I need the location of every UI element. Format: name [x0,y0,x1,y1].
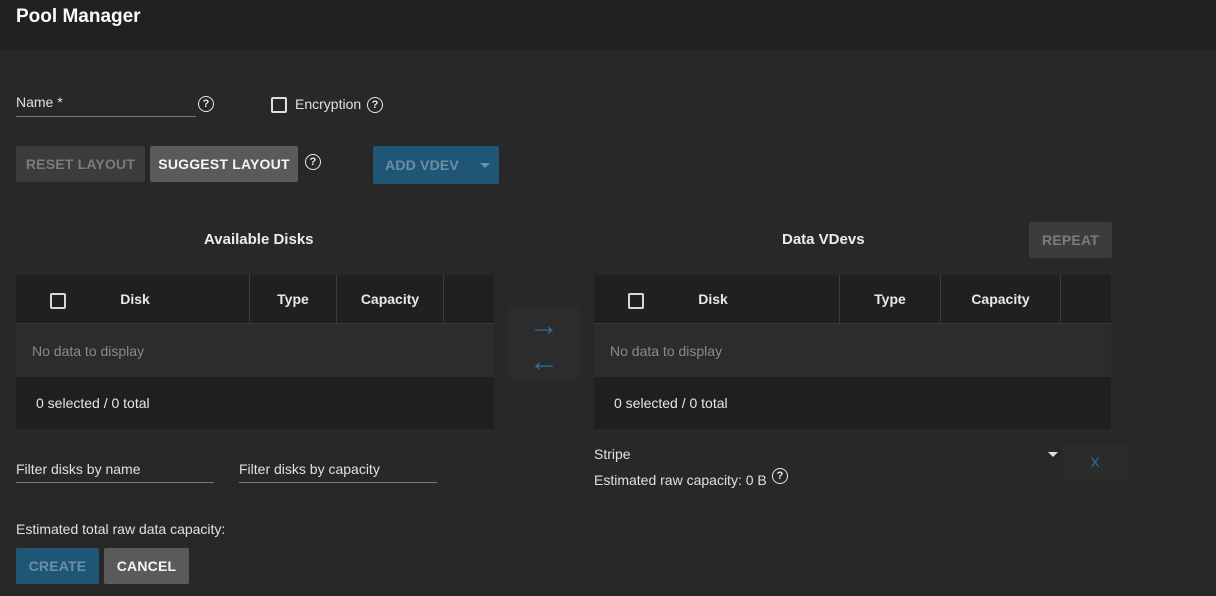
filter-capacity-input[interactable] [239,482,437,483]
vdev-layout-select[interactable]: Stripe [594,446,631,462]
move-disks-controls: → ← [509,307,579,379]
empty-message: No data to display [594,324,1111,377]
select-all-checkbox[interactable] [50,293,66,309]
empty-message: No data to display [16,324,494,377]
repeat-button[interactable]: REPEAT [1029,222,1112,258]
column-header-capacity[interactable]: Capacity [337,275,443,323]
data-vdevs-title: Data VDevs [782,231,865,248]
column-header-type[interactable]: Type [250,275,336,323]
page-header: Pool Manager [0,0,1216,50]
arrow-right-icon[interactable]: → [529,311,559,341]
estimated-raw-capacity: Estimated raw capacity: 0 B [594,472,767,488]
cancel-button[interactable]: CANCEL [104,548,189,584]
create-button[interactable]: CREATE [16,548,99,584]
encryption-label: Encryption [295,96,362,112]
capacity-help-icon[interactable]: ? [772,468,788,484]
table-header: Disk Type Capacity [16,275,494,324]
select-all-checkbox[interactable] [628,293,644,309]
suggest-layout-button[interactable]: SUGGEST LAYOUT [150,146,298,182]
name-field-label: Name * [16,94,63,110]
encryption-help-icon[interactable]: ? [367,97,383,113]
available-disks-table: Disk Type Capacity No data to display 0 … [16,275,494,429]
chevron-down-icon [480,162,490,168]
column-header-disk[interactable]: Disk [664,275,762,323]
filter-name-label: Filter disks by name [16,461,141,477]
column-header-type[interactable]: Type [840,275,940,323]
column-header-capacity[interactable]: Capacity [941,275,1060,323]
filter-capacity-label: Filter disks by capacity [239,461,380,477]
remove-vdev-button[interactable]: X [1063,445,1127,479]
add-vdev-button[interactable]: ADD VDEV [373,146,471,184]
table-footer: 0 selected / 0 total [16,377,494,429]
name-field[interactable] [16,116,196,117]
data-vdevs-table: Disk Type Capacity No data to display 0 … [594,275,1111,429]
column-header-disk[interactable]: Disk [86,275,184,323]
table-footer: 0 selected / 0 total [594,377,1111,429]
suggest-help-icon[interactable]: ? [305,154,321,170]
table-header: Disk Type Capacity [594,275,1111,324]
column-divider [443,275,444,323]
encryption-checkbox[interactable] [271,97,287,113]
reset-layout-button[interactable]: RESET LAYOUT [16,146,145,182]
arrow-left-icon[interactable]: ← [529,347,559,377]
page-title: Pool Manager [16,6,141,27]
filter-name-input[interactable] [16,482,214,483]
total-capacity-label: Estimated total raw data capacity: [16,521,226,537]
chevron-down-icon[interactable] [1048,452,1058,457]
add-vdev-dropdown[interactable] [471,146,499,184]
name-help-icon[interactable]: ? [198,96,214,112]
available-disks-title: Available Disks [204,231,314,248]
column-divider [1060,275,1061,323]
